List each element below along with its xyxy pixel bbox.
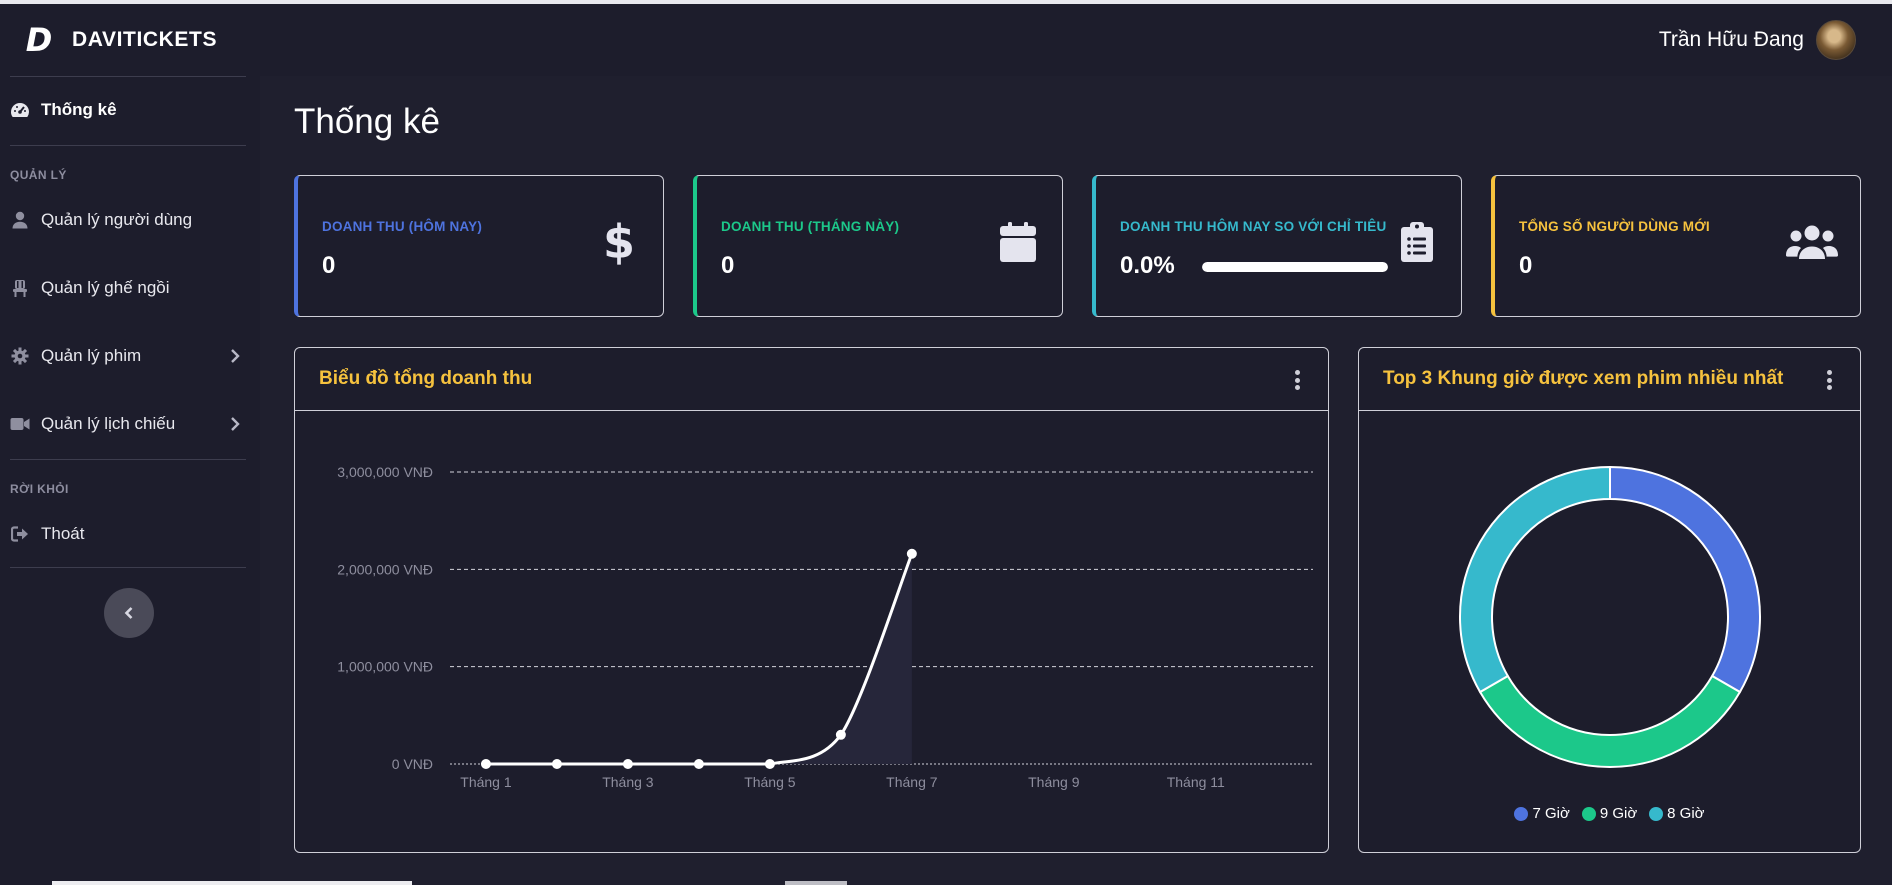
panel-header: Top 3 Khung giờ được xem phim nhiều nhất (1359, 348, 1860, 411)
data-point[interactable] (480, 759, 491, 769)
y-tick-label: 2,000,000 VNĐ (337, 561, 433, 577)
y-tick-label: 1,000,000 VNĐ (337, 659, 433, 675)
cog-icon (10, 346, 30, 366)
legend-swatch (1581, 806, 1596, 821)
card-label: DOANH THU (HÔM NAY) (322, 219, 483, 234)
x-tick-label: Tháng 1 (460, 774, 512, 790)
user-name: Trần Hữu Đang (1658, 28, 1804, 51)
timeslot-donut-chart (1459, 465, 1761, 768)
data-point[interactable] (764, 759, 775, 769)
chart-legend: 7 Giờ 9 Giờ 8 Giờ (1359, 805, 1860, 822)
brand-name: DAVITICKETS (72, 28, 218, 51)
legend-label: 9 Giờ (1599, 805, 1638, 822)
more-options-icon[interactable] (1824, 370, 1834, 392)
legend-swatch (1649, 806, 1664, 821)
chevron-right-icon (230, 348, 240, 369)
card-value: 0 (1519, 252, 1533, 279)
sidebar-divider (10, 145, 246, 146)
panel-title: Top 3 Khung giờ được xem phim nhiều nhất (1383, 368, 1784, 389)
brand[interactable]: D DAVITICKETS (24, 21, 217, 59)
sidebar-item-logout[interactable]: Thoát (10, 514, 246, 554)
sidebar-item-label: Thống kê (41, 100, 117, 119)
horizontal-scrollbar[interactable] (52, 881, 412, 885)
pie-slice[interactable] (1459, 465, 1611, 694)
sidebar: Thống kê QUẢN LÝ Quản lý người dùng Quản… (0, 76, 260, 885)
more-options-icon[interactable] (1292, 370, 1302, 392)
sidebar-item-users[interactable]: Quản lý người dùng (10, 200, 246, 240)
chevron-right-icon (230, 416, 240, 437)
scrollbar-segment (785, 881, 847, 885)
y-tick-label: 3,000,000 VNĐ (337, 464, 433, 480)
card-value: 0 (322, 252, 336, 279)
card-revenue-today: DOANH THU (HÔM NAY) 0 $ (294, 175, 664, 317)
y-tick-label: 0 VNĐ (392, 756, 433, 772)
chair-icon (10, 278, 30, 298)
revenue-line-chart: 0 VNĐ 1,000,000 VNĐ 2,000,000 VNĐ 3,000,000… (337, 464, 1313, 790)
card-label: DOANH THU HÔM NAY SO VỚI CHỈ TIÊU (1120, 219, 1387, 234)
card-value: 0.0% (1120, 252, 1175, 279)
sidebar-item-label: Quản lý phim (41, 346, 142, 365)
page-title: Thống kê (294, 102, 440, 141)
brand-logo: D (25, 21, 53, 59)
calendar-icon (996, 220, 1040, 264)
topbar: D DAVITICKETS Trần Hữu Đang (0, 4, 1892, 76)
pie-slice[interactable] (1478, 674, 1742, 768)
tachometer-icon (10, 100, 30, 120)
card-revenue-month: DOANH THU (THÁNG NÀY) 0 (693, 175, 1063, 317)
card-label: TỔNG SỐ NGƯỜI DÙNG MỚI (1519, 219, 1710, 234)
sidebar-divider (10, 567, 246, 568)
card-value: 0 (721, 252, 735, 279)
x-tick-label: Tháng 9 (1028, 774, 1080, 790)
data-point[interactable] (906, 548, 917, 559)
sidebar-item-label: Thoát (41, 524, 85, 543)
avatar[interactable] (1816, 20, 1856, 60)
sidebar-item-label: Quản lý người dùng (41, 210, 193, 229)
x-tick-label: Tháng 7 (886, 774, 938, 790)
data-point[interactable] (622, 759, 633, 769)
x-tick-label: Tháng 11 (1167, 774, 1225, 790)
chevron-left-icon (124, 607, 133, 619)
timeslot-chart-panel: Top 3 Khung giờ được xem phim nhiều nhất… (1358, 347, 1861, 853)
clipboard-list-icon (1395, 220, 1439, 264)
legend-item[interactable]: 7 Giờ (1514, 805, 1570, 822)
data-point[interactable] (551, 759, 562, 769)
sidebar-item-dashboard[interactable]: Thống kê (10, 90, 246, 130)
sidebar-item-label: Quản lý lịch chiếu (41, 414, 176, 433)
panel-header: Biểu đồ tổng doanh thu (295, 348, 1328, 411)
legend-item[interactable]: 8 Giờ (1649, 805, 1705, 822)
user-menu[interactable]: Trần Hữu Đang (1659, 4, 1856, 76)
sidebar-item-movies[interactable]: Quản lý phim (10, 336, 246, 376)
section-heading-manage: QUẢN LÝ (10, 168, 67, 182)
sidebar-divider (10, 76, 246, 77)
section-heading-exit: RỜI KHỎI (10, 482, 69, 496)
data-point[interactable] (693, 759, 704, 769)
legend-item[interactable]: 9 Giờ (1581, 805, 1638, 822)
dollar-icon: $ (602, 215, 635, 269)
card-new-users: TỔNG SỐ NGƯỜI DÙNG MỚI 0 (1491, 175, 1861, 317)
sidebar-item-showtimes[interactable]: Quản lý lịch chiếu (10, 404, 246, 444)
pie-slice[interactable] (1609, 465, 1761, 694)
panel-title: Biểu đồ tổng doanh thu (319, 368, 533, 389)
user-icon (10, 210, 30, 230)
x-tick-label: Tháng 5 (744, 774, 796, 790)
sidebar-item-label: Quản lý ghế ngồi (41, 278, 170, 297)
data-point[interactable] (835, 729, 846, 740)
legend-label: 8 Giờ (1667, 805, 1705, 822)
sidebar-divider (10, 459, 246, 460)
sidebar-toggle-button[interactable] (104, 588, 154, 638)
progress-fill (1202, 262, 1388, 272)
sidebar-item-seats[interactable]: Quản lý ghế ngồi (10, 268, 246, 308)
line-area-fill (485, 553, 912, 764)
legend-swatch (1514, 806, 1529, 821)
card-label: DOANH THU (THÁNG NÀY) (721, 219, 900, 234)
x-tick-label: Tháng 3 (602, 774, 654, 790)
legend-label: 7 Giờ (1532, 805, 1570, 822)
users-icon (1786, 220, 1838, 264)
revenue-chart-panel: Biểu đồ tổng doanh thu 0 VNĐ 1,000,000 VN… (294, 347, 1329, 853)
video-icon (10, 414, 30, 434)
target-progress-bar (1202, 262, 1388, 272)
sign-out-icon (10, 524, 30, 544)
card-revenue-target: DOANH THU HÔM NAY SO VỚI CHỈ TIÊU 0.0% (1092, 175, 1462, 317)
